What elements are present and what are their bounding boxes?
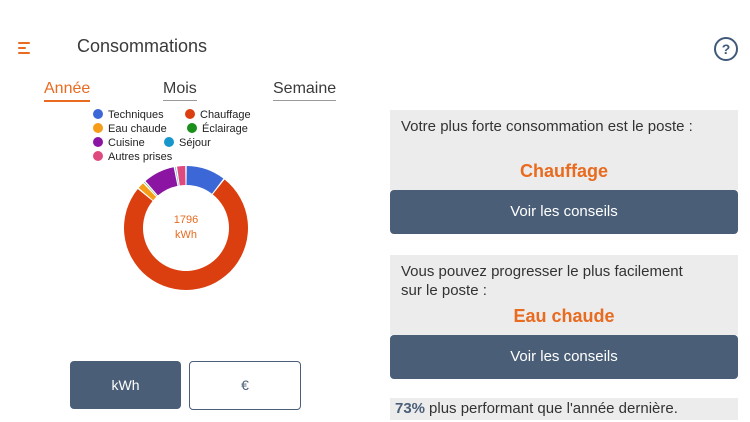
- legend-dot-icon: [164, 137, 174, 147]
- menu-icon[interactable]: [18, 42, 32, 54]
- unit-kwh-button[interactable]: kWh: [70, 361, 181, 409]
- legend-item-chauffage: Chauffage: [185, 109, 251, 121]
- highest-consumption-value: Chauffage: [519, 161, 608, 181]
- legend-dot-icon: [93, 137, 103, 147]
- legend-dot-icon: [93, 123, 103, 133]
- performance-text: plus performant que l'année dernière.: [429, 400, 678, 417]
- legend-item-techniques: Techniques: [93, 109, 164, 121]
- progress-text-line2: sur le poste :: [401, 282, 487, 299]
- highest-consumption-text: Votre plus forte consommation est le pos…: [401, 118, 693, 135]
- highest-advice-button[interactable]: Voir les conseils: [390, 190, 738, 234]
- help-icon[interactable]: ?: [714, 37, 738, 61]
- page-title: Consommations: [77, 36, 208, 56]
- tab-annee[interactable]: Année: [44, 80, 91, 102]
- progress-text-line1: Vous pouvez progresser le plus facilemen…: [401, 263, 683, 280]
- donut-total-value: 1796: [173, 214, 199, 226]
- tab-mois[interactable]: Mois: [163, 80, 197, 101]
- donut-center-total: 1796 kWh: [150, 213, 222, 243]
- performance-banner: 73% plus performant que l'année dernière.: [390, 398, 738, 420]
- legend-item-eau-chaude: Eau chaude: [93, 123, 167, 135]
- progress-advice-button[interactable]: Voir les conseils: [390, 335, 738, 379]
- legend-item-cuisine: Cuisine: [93, 137, 145, 149]
- tab-semaine[interactable]: Semaine: [273, 80, 337, 101]
- legend-dot-icon: [93, 109, 103, 119]
- donut-total-unit: kWh: [175, 229, 197, 241]
- legend-item-sejour: Séjour: [164, 137, 211, 149]
- unit-euro-button[interactable]: €: [189, 361, 301, 410]
- legend-dot-icon: [93, 151, 103, 161]
- legend-item-eclairage: Éclairage: [187, 123, 248, 135]
- legend-dot-icon: [187, 123, 197, 133]
- donut-slice-autres-prises: [177, 166, 186, 186]
- progress-value: Eau chaude: [513, 306, 615, 326]
- legend-dot-icon: [185, 109, 195, 119]
- performance-percent: 73%: [395, 400, 426, 417]
- legend-item-autres-prises: Autres prises: [93, 151, 172, 163]
